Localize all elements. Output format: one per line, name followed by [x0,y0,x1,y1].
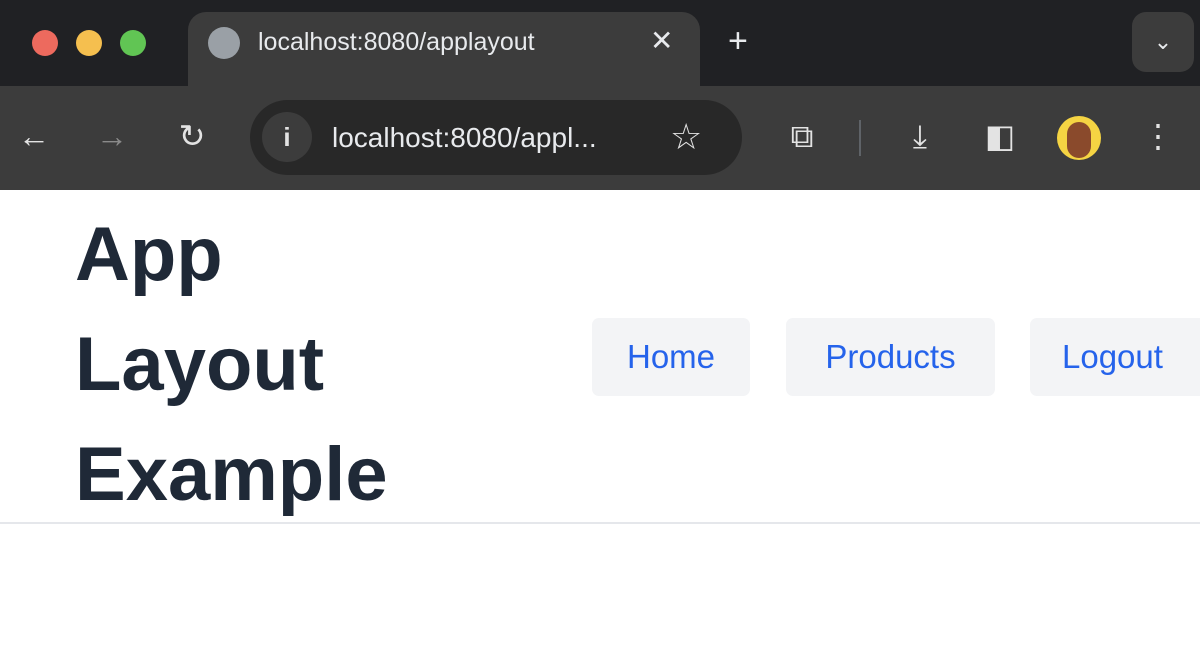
reload-icon[interactable]: ↻ [172,116,212,156]
window-maximize-button[interactable] [120,30,146,56]
header-divider [0,522,1200,524]
more-menu-icon[interactable]: ⋮ [1138,116,1178,156]
active-tab[interactable]: localhost:8080/applayout ✕ [188,12,700,88]
url-text[interactable]: localhost:8080/appl... [332,122,597,154]
download-icon[interactable]: ⤓ [900,116,940,156]
page-title: App Layout Example [75,212,388,517]
tab-search-chevron-down-icon[interactable]: ⌄ [1132,12,1194,72]
forward-icon[interactable]: → [92,116,132,156]
side-panel-icon[interactable]: ◧ [980,116,1020,156]
close-tab-icon[interactable]: ✕ [650,24,673,57]
toolbar-divider [859,120,861,156]
profile-avatar[interactable] [1057,116,1101,160]
nav-home-button[interactable]: Home [592,318,750,396]
address-bar[interactable]: i localhost:8080/appl... ☆ [250,100,742,175]
window-minimize-button[interactable] [76,30,102,56]
tab-strip: localhost:8080/applayout ✕ + ⌄ [0,0,1200,88]
toolbar: ← → ↻ i localhost:8080/appl... ☆ ⧉ ⤓ ◧ ⋮ [0,86,1200,190]
tab-title: localhost:8080/applayout [258,28,535,56]
extensions-puzzle-icon[interactable]: ⧉ [782,116,822,156]
new-tab-button[interactable]: + [728,22,748,61]
back-icon[interactable]: ← [14,116,54,156]
site-info-icon[interactable]: i [262,112,312,162]
window-close-button[interactable] [32,30,58,56]
nav-products-button[interactable]: Products [786,318,995,396]
globe-icon [208,27,240,59]
bookmark-star-icon[interactable]: ☆ [670,116,702,158]
nav-logout-button[interactable]: Logout [1030,318,1200,396]
